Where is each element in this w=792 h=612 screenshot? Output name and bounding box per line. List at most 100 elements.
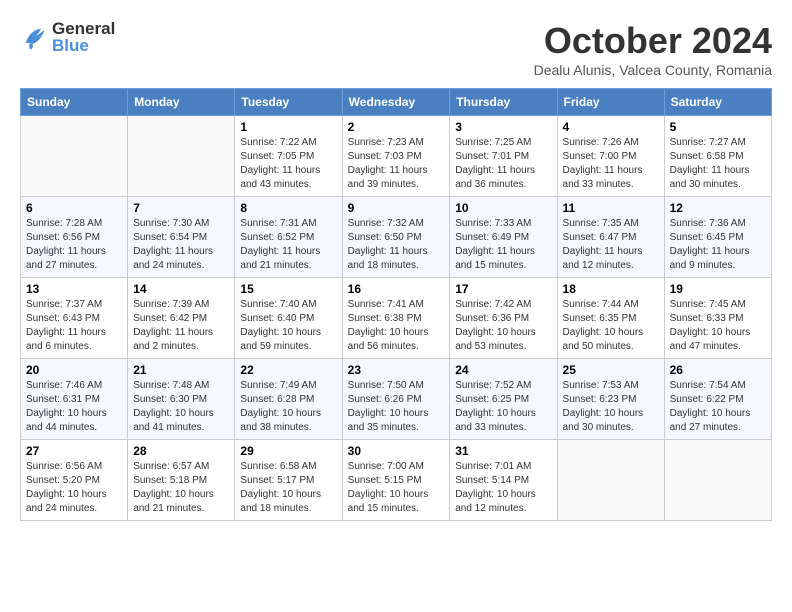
day-number: 5 — [670, 120, 766, 134]
day-number: 14 — [133, 282, 229, 296]
day-info: Sunrise: 7:54 AMSunset: 6:22 PMDaylight:… — [670, 379, 766, 435]
calendar-day-cell: 8Sunrise: 7:31 AMSunset: 6:52 PMDaylight… — [235, 197, 342, 278]
day-info: Sunrise: 7:44 AMSunset: 6:35 PMDaylight:… — [563, 298, 659, 354]
calendar-week-row: 1Sunrise: 7:22 AMSunset: 7:05 PMDaylight… — [21, 116, 772, 197]
day-info: Sunrise: 7:41 AMSunset: 6:38 PMDaylight:… — [348, 298, 445, 354]
calendar-day-cell: 6 Sunrise: 7:28 AMSunset: 6:56 PMDaylight… — [21, 197, 128, 278]
day-number: 15 — [240, 282, 336, 296]
day-number: 29 — [240, 444, 336, 458]
day-number: 19 — [670, 282, 766, 296]
day-info: Sunrise: 7:53 AMSunset: 6:23 PMDaylight:… — [563, 379, 659, 435]
calendar-day-header: Saturday — [664, 89, 771, 116]
calendar-week-row: 6 Sunrise: 7:28 AMSunset: 6:56 PMDaylight… — [21, 197, 772, 278]
day-number: 2 — [348, 120, 445, 134]
day-info: Sunrise: 7:22 AMSunset: 7:05 PMDaylight:… — [240, 136, 336, 192]
page-header: General Blue October 2024 Dealu Alunis, … — [20, 20, 772, 78]
calendar-day-cell: 17Sunrise: 7:42 AMSunset: 6:36 PMDayligh… — [450, 278, 557, 359]
calendar-day-cell: 29 Sunrise: 6:58 AMSunset: 5:17 PMDayligh… — [235, 440, 342, 521]
calendar-day-cell: 3 Sunrise: 7:25 AMSunset: 7:01 PMDaylight… — [450, 116, 557, 197]
calendar-day-cell — [128, 116, 235, 197]
calendar-day-cell: 20 Sunrise: 7:46 AMSunset: 6:31 PMDayligh… — [21, 359, 128, 440]
day-number: 6 — [26, 201, 122, 215]
logo-text: General Blue — [52, 20, 115, 54]
day-number: 26 — [670, 363, 766, 377]
calendar-day-cell: 19Sunrise: 7:45 AMSunset: 6:33 PMDayligh… — [664, 278, 771, 359]
day-number: 12 — [670, 201, 766, 215]
day-info: Sunrise: 6:57 AMSunset: 5:18 PMDaylight:… — [133, 460, 229, 516]
logo-icon — [20, 23, 48, 51]
day-number: 7 — [133, 201, 229, 215]
day-number: 17 — [455, 282, 551, 296]
day-number: 10 — [455, 201, 551, 215]
day-number: 24 — [455, 363, 551, 377]
calendar-table: SundayMondayTuesdayWednesdayThursdayFrid… — [20, 88, 772, 521]
calendar-day-cell: 16 Sunrise: 7:41 AMSunset: 6:38 PMDayligh… — [342, 278, 450, 359]
day-info: Sunrise: 7:26 AMSunset: 7:00 PMDaylight:… — [563, 136, 659, 192]
day-info: Sunrise: 7:39 AMSunset: 6:42 PMDaylight:… — [133, 298, 229, 354]
calendar-day-cell: 23Sunrise: 7:50 AMSunset: 6:26 PMDayligh… — [342, 359, 450, 440]
calendar-day-cell: 1Sunrise: 7:22 AMSunset: 7:05 PMDaylight… — [235, 116, 342, 197]
title-block: October 2024 Dealu Alunis, Valcea County… — [534, 20, 772, 78]
calendar-day-header: Thursday — [450, 89, 557, 116]
day-number: 21 — [133, 363, 229, 377]
day-number: 22 — [240, 363, 336, 377]
calendar-day-cell — [664, 440, 771, 521]
calendar-day-cell: 24 Sunrise: 7:52 AMSunset: 6:25 PMDayligh… — [450, 359, 557, 440]
calendar-day-cell: 4 Sunrise: 7:26 AMSunset: 7:00 PMDaylight… — [557, 116, 664, 197]
day-number: 28 — [133, 444, 229, 458]
day-number: 8 — [240, 201, 336, 215]
day-info: Sunrise: 7:23 AMSunset: 7:03 PMDaylight:… — [348, 136, 445, 192]
calendar-day-cell: 28 Sunrise: 6:57 AMSunset: 5:18 PMDayligh… — [128, 440, 235, 521]
day-info: Sunrise: 7:30 AMSunset: 6:54 PMDaylight:… — [133, 217, 229, 273]
day-number: 27 — [26, 444, 122, 458]
calendar-day-cell: 31Sunrise: 7:01 AMSunset: 5:14 PMDayligh… — [450, 440, 557, 521]
calendar-day-cell: 14 Sunrise: 7:39 AMSunset: 6:42 PMDayligh… — [128, 278, 235, 359]
day-info: Sunrise: 6:58 AMSunset: 5:17 PMDaylight:… — [240, 460, 336, 516]
calendar-day-header: Wednesday — [342, 89, 450, 116]
day-info: Sunrise: 7:36 AMSunset: 6:45 PMDaylight:… — [670, 217, 766, 273]
month-title: October 2024 — [534, 20, 772, 62]
calendar-day-cell: 10 Sunrise: 7:33 AMSunset: 6:49 PMDayligh… — [450, 197, 557, 278]
logo: General Blue — [20, 20, 115, 54]
calendar-day-cell: 21 Sunrise: 7:48 AMSunset: 6:30 PMDayligh… — [128, 359, 235, 440]
calendar-day-cell: 15 Sunrise: 7:40 AMSunset: 6:40 PMDayligh… — [235, 278, 342, 359]
day-info: Sunrise: 7:50 AMSunset: 6:26 PMDaylight:… — [348, 379, 445, 435]
calendar-day-cell: 30 Sunrise: 7:00 AMSunset: 5:15 PMDayligh… — [342, 440, 450, 521]
day-number: 3 — [455, 120, 551, 134]
day-info: Sunrise: 7:48 AMSunset: 6:30 PMDaylight:… — [133, 379, 229, 435]
calendar-day-header: Sunday — [21, 89, 128, 116]
day-info: Sunrise: 7:28 AMSunset: 6:56 PMDaylight:… — [26, 217, 122, 273]
day-number: 20 — [26, 363, 122, 377]
calendar-day-cell: 25Sunrise: 7:53 AMSunset: 6:23 PMDayligh… — [557, 359, 664, 440]
calendar-day-header: Monday — [128, 89, 235, 116]
day-info: Sunrise: 7:27 AMSunset: 6:58 PMDaylight:… — [670, 136, 766, 192]
day-info: Sunrise: 7:40 AMSunset: 6:40 PMDaylight:… — [240, 298, 336, 354]
calendar-day-cell: 18 Sunrise: 7:44 AMSunset: 6:35 PMDayligh… — [557, 278, 664, 359]
calendar-day-cell: 7 Sunrise: 7:30 AMSunset: 6:54 PMDaylight… — [128, 197, 235, 278]
day-info: Sunrise: 7:52 AMSunset: 6:25 PMDaylight:… — [455, 379, 551, 435]
day-info: Sunrise: 7:49 AMSunset: 6:28 PMDaylight:… — [240, 379, 336, 435]
day-info: Sunrise: 7:37 AMSunset: 6:43 PMDaylight:… — [26, 298, 122, 354]
day-number: 16 — [348, 282, 445, 296]
calendar-day-cell — [557, 440, 664, 521]
day-info: Sunrise: 7:33 AMSunset: 6:49 PMDaylight:… — [455, 217, 551, 273]
day-info: Sunrise: 7:46 AMSunset: 6:31 PMDaylight:… — [26, 379, 122, 435]
day-number: 13 — [26, 282, 122, 296]
day-number: 9 — [348, 201, 445, 215]
day-info: Sunrise: 7:35 AMSunset: 6:47 PMDaylight:… — [563, 217, 659, 273]
day-info: Sunrise: 7:32 AMSunset: 6:50 PMDaylight:… — [348, 217, 445, 273]
calendar-day-cell: 27 Sunrise: 6:56 AMSunset: 5:20 PMDayligh… — [21, 440, 128, 521]
day-number: 4 — [563, 120, 659, 134]
day-number: 31 — [455, 444, 551, 458]
calendar-day-cell: 13 Sunrise: 7:37 AMSunset: 6:43 PMDayligh… — [21, 278, 128, 359]
calendar-day-header: Friday — [557, 89, 664, 116]
day-info: Sunrise: 6:56 AMSunset: 5:20 PMDaylight:… — [26, 460, 122, 516]
calendar-week-row: 27 Sunrise: 6:56 AMSunset: 5:20 PMDayligh… — [21, 440, 772, 521]
calendar-day-header: Tuesday — [235, 89, 342, 116]
day-number: 18 — [563, 282, 659, 296]
day-info: Sunrise: 7:25 AMSunset: 7:01 PMDaylight:… — [455, 136, 551, 192]
day-number: 30 — [348, 444, 445, 458]
day-number: 11 — [563, 201, 659, 215]
calendar-day-cell — [21, 116, 128, 197]
day-info: Sunrise: 7:00 AMSunset: 5:15 PMDaylight:… — [348, 460, 445, 516]
